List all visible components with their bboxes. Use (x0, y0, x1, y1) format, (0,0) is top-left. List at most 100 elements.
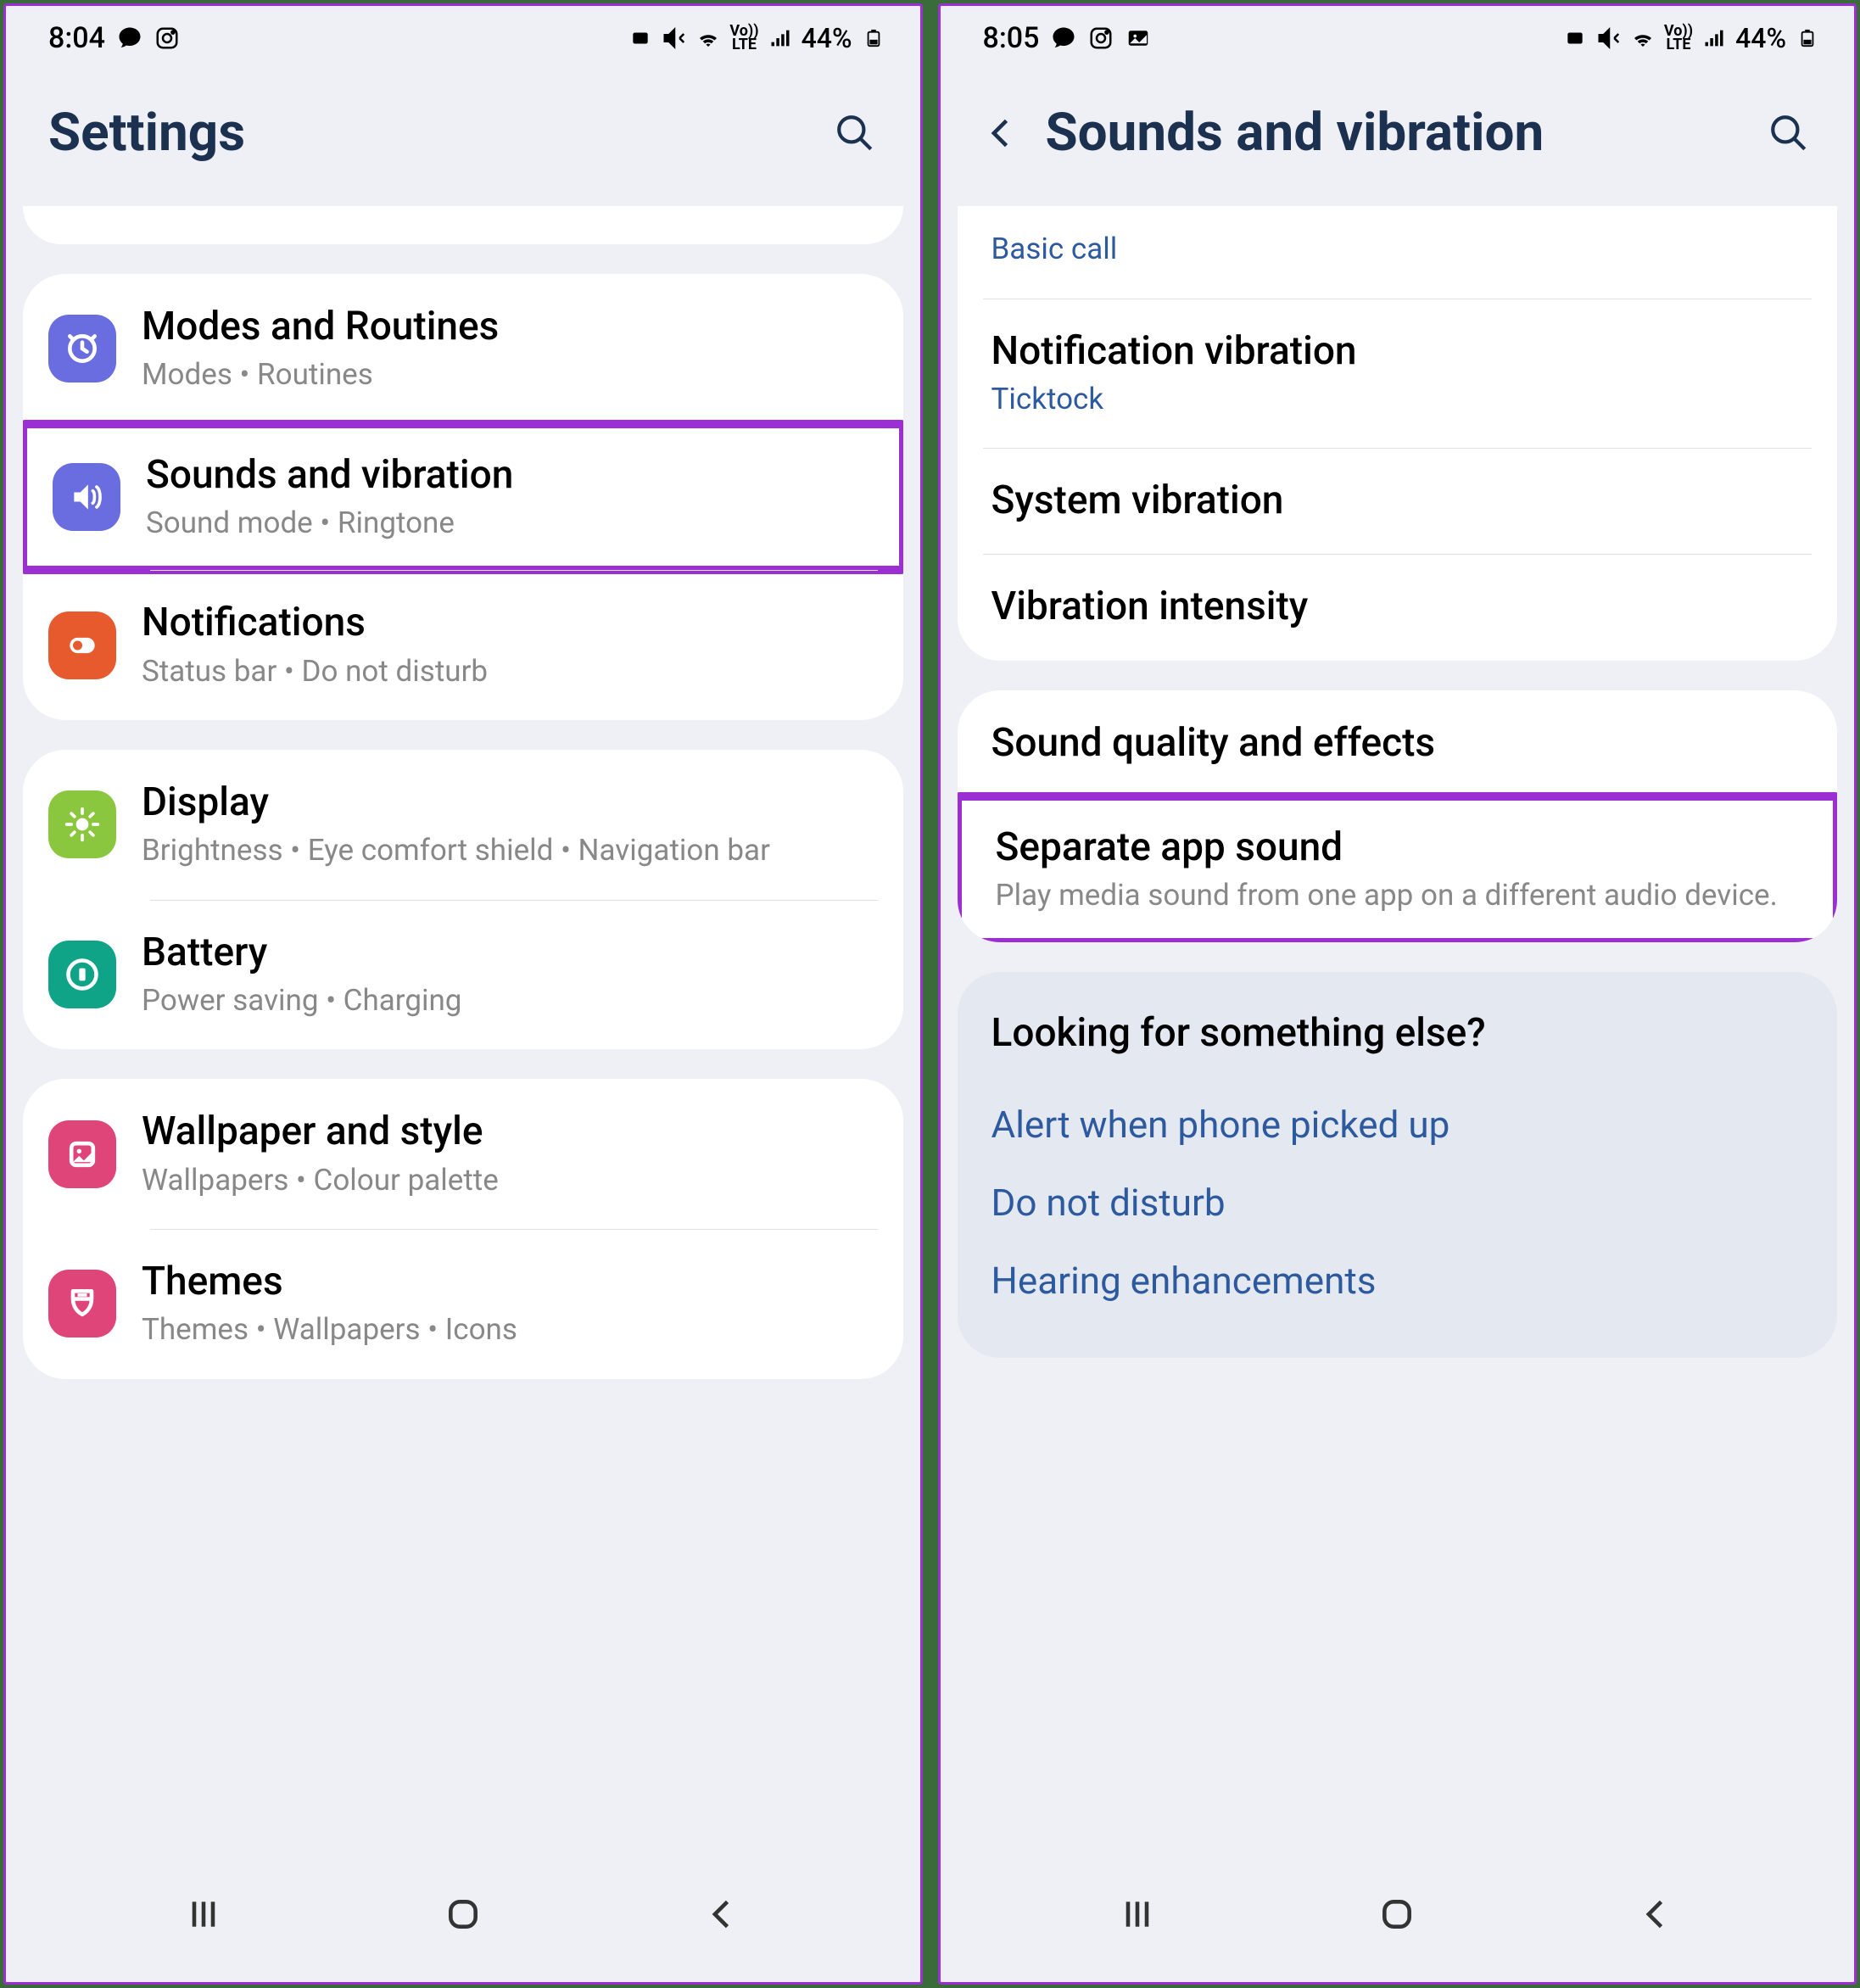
status-bar: 8:04 Vo))LTE 44% (6, 6, 920, 76)
routine-icon (48, 315, 116, 383)
instagram-icon (154, 25, 180, 51)
gallery-icon (1125, 25, 1151, 51)
row-modes-routines[interactable]: Modes and Routines Modes • Routines (23, 274, 903, 424)
phone-left-settings: 8:04 Vo))LTE 44% Settings (3, 3, 923, 1985)
instagram-icon (1088, 25, 1114, 51)
looking-title: Looking for something else? (991, 1010, 1804, 1056)
back-button[interactable] (697, 1889, 748, 1940)
recents-button[interactable] (1112, 1889, 1163, 1940)
row-subtitle: Wallpapers • Colour palette (142, 1161, 878, 1200)
nav-bar (941, 1855, 1855, 1982)
nav-bar (6, 1855, 920, 1982)
header: Sounds and vibration (941, 76, 1855, 206)
row-subtitle: Ticktock (991, 380, 1804, 419)
row-title: Notifications (142, 600, 878, 646)
row-title: Themes (142, 1259, 878, 1305)
card-icon (628, 25, 653, 51)
content-area[interactable]: Modes and Routines Modes • Routines Soun… (6, 206, 920, 1855)
row-wallpaper[interactable]: Wallpaper and style Wallpapers • Colour … (23, 1079, 903, 1229)
row-subtitle: Power saving • Charging (142, 981, 878, 1020)
chat-icon (1051, 25, 1076, 51)
row-title: Wallpaper and style (142, 1108, 878, 1155)
row-system-vibration[interactable]: System vibration (958, 448, 1838, 554)
status-right: Vo))LTE 44% (1562, 22, 1820, 54)
row-notifications[interactable]: Notifications Status bar • Do not distur… (23, 570, 903, 720)
row-subtitle: Basic call (991, 230, 1804, 269)
highlight-box: Separate app sound Play media sound from… (958, 792, 1838, 943)
themes-icon (48, 1270, 116, 1337)
link-hearing[interactable]: Hearing enhancements (991, 1242, 1804, 1320)
row-subtitle: Brightness • Eye comfort shield • Naviga… (142, 831, 878, 870)
sound-icon (53, 463, 120, 531)
battery-percent: 44% (802, 22, 852, 54)
link-alert-pickup[interactable]: Alert when phone picked up (991, 1086, 1804, 1164)
row-subtitle: Play media sound from one app on a diffe… (996, 876, 1800, 915)
chat-icon (117, 25, 142, 51)
settings-group-2: Display Brightness • Eye comfort shield … (23, 750, 903, 1049)
row-battery[interactable]: Battery Power saving • Charging (23, 900, 903, 1050)
battery-icon (1795, 25, 1820, 51)
battery-icon (861, 25, 886, 51)
row-sound-quality[interactable]: Sound quality and effects (958, 690, 1838, 796)
volte-icon: Vo))LTE (729, 25, 758, 52)
recents-button[interactable] (178, 1889, 229, 1940)
volte-icon: Vo))LTE (1664, 25, 1693, 52)
wifi-icon (1630, 25, 1656, 51)
row-title: Sounds and vibration (146, 452, 874, 499)
home-button[interactable] (438, 1889, 489, 1940)
row-subtitle: Modes • Routines (142, 355, 878, 394)
signal-icon (768, 25, 793, 51)
card-icon (1562, 25, 1588, 51)
signal-icon (1701, 25, 1727, 51)
row-title: Vibration intensity (991, 584, 1804, 630)
row-title: Display (142, 779, 878, 826)
row-subtitle: Themes • Wallpapers • Icons (142, 1310, 878, 1349)
notification-icon (48, 611, 116, 679)
row-vibration-intensity[interactable]: Vibration intensity (958, 554, 1838, 660)
row-subtitle: Status bar • Do not disturb (142, 652, 878, 691)
back-button[interactable] (983, 114, 1020, 152)
status-bar: 8:05 Vo))LTE 44% (941, 6, 1855, 76)
row-themes[interactable]: Themes Themes • Wallpapers • Icons (23, 1229, 903, 1379)
home-button[interactable] (1371, 1889, 1422, 1940)
status-time: 8:04 (48, 21, 105, 55)
row-display[interactable]: Display Brightness • Eye comfort shield … (23, 750, 903, 900)
row-title: Modes and Routines (142, 304, 878, 350)
back-button[interactable] (1631, 1889, 1682, 1940)
row-title: System vibration (991, 477, 1804, 524)
mute-icon (1596, 25, 1622, 51)
row-sounds-vibration[interactable]: Sounds and vibration Sound mode • Ringto… (27, 428, 899, 567)
search-button[interactable] (832, 110, 878, 156)
search-button[interactable] (1766, 110, 1812, 156)
content-area[interactable]: Call vibration Basic call Notification v… (941, 206, 1855, 1855)
status-right: Vo))LTE 44% (628, 22, 885, 54)
row-call-vibration[interactable]: Call vibration Basic call (958, 206, 1838, 299)
status-left: 8:04 (48, 21, 180, 55)
row-subtitle: Sound mode • Ringtone (146, 504, 874, 543)
row-title: Separate app sound (996, 824, 1800, 871)
row-title: Notification vibration (991, 328, 1804, 375)
looking-for-card: Looking for something else? Alert when p… (958, 972, 1838, 1358)
sound-effects-group: Sound quality and effects Separate app s… (958, 690, 1838, 943)
status-time: 8:05 (983, 21, 1040, 55)
row-title: Sound quality and effects (991, 720, 1804, 767)
brightness-icon (48, 790, 116, 858)
settings-group-1: Modes and Routines Modes • Routines Soun… (23, 274, 903, 720)
page-title: Sounds and vibration (1046, 102, 1741, 164)
battery-setting-icon (48, 941, 116, 1008)
wallpaper-icon (48, 1120, 116, 1188)
partial-card-top (23, 206, 903, 244)
page-title: Settings (48, 102, 807, 164)
mute-icon (662, 25, 687, 51)
row-notification-vibration[interactable]: Notification vibration Ticktock (958, 299, 1838, 449)
row-separate-app-sound[interactable]: Separate app sound Play media sound from… (962, 801, 1834, 939)
row-title: Battery (142, 930, 878, 976)
settings-group-3: Wallpaper and style Wallpapers • Colour … (23, 1079, 903, 1378)
battery-percent: 44% (1735, 22, 1786, 54)
wifi-icon (695, 25, 721, 51)
link-dnd[interactable]: Do not disturb (991, 1164, 1804, 1242)
highlight-box: Sounds and vibration Sound mode • Ringto… (23, 420, 903, 575)
status-left: 8:05 (983, 21, 1152, 55)
vibration-group: Call vibration Basic call Notification v… (958, 206, 1838, 661)
phone-right-sounds: 8:05 Vo))LTE 44% Sounds and vibration (938, 3, 1857, 1985)
